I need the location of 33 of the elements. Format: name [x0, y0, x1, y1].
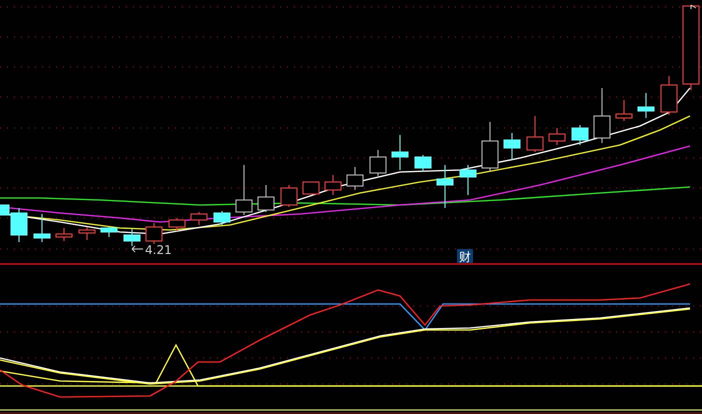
candlestick — [124, 228, 140, 246]
candlestick — [324, 174, 342, 196]
candlestick — [280, 184, 298, 208]
candlestick — [346, 166, 364, 190]
candlestick — [236, 164, 252, 216]
candlestick — [214, 210, 230, 226]
candlestick — [526, 116, 544, 152]
candlestick — [414, 154, 432, 172]
arrow-icon — [690, 4, 696, 10]
candlestick — [258, 184, 274, 212]
candlestick — [638, 92, 654, 118]
candlestick — [482, 122, 498, 172]
candlestick — [548, 128, 566, 146]
candlestick — [660, 76, 678, 116]
candlestick — [78, 226, 96, 240]
candlestick — [594, 88, 610, 144]
candlestick — [190, 212, 208, 226]
candlestick — [302, 182, 320, 194]
low-price-label: 4.21 — [145, 243, 172, 257]
candlestick — [392, 134, 408, 170]
candlestick — [34, 214, 50, 242]
event-marker[interactable]: 财 — [459, 250, 471, 264]
candlestick — [616, 100, 632, 122]
candlestick — [504, 132, 520, 160]
candlestick — [460, 164, 476, 196]
candlestick — [56, 228, 72, 242]
arrow-icon — [132, 246, 144, 252]
candlestick — [100, 226, 118, 238]
candlestick — [436, 164, 454, 208]
candlestick — [370, 150, 386, 176]
candlestick — [572, 124, 588, 146]
candlestick — [146, 222, 162, 244]
candlestick — [168, 218, 186, 232]
